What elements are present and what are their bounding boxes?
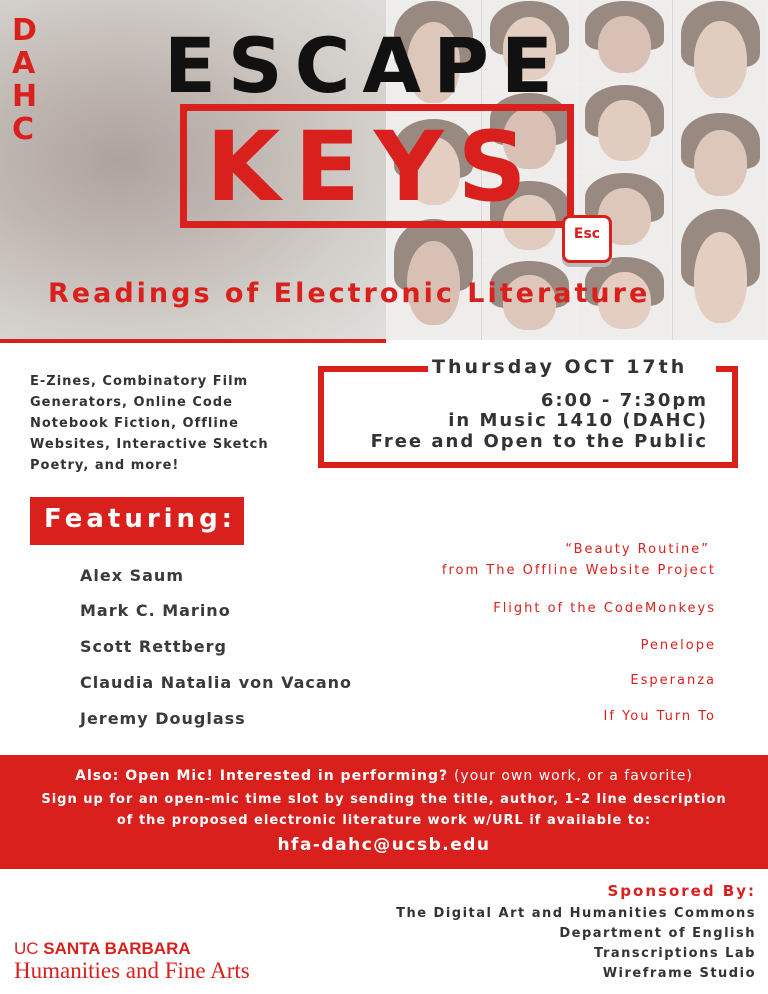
sponsor-item: Transcriptions Lab <box>594 946 756 961</box>
work-title: Esperanza <box>630 673 716 688</box>
sponsor-item: The Digital Art and Humanities Commons <box>396 906 756 921</box>
dahc-logo: D A H C <box>12 13 52 147</box>
sponsor-item: Department of English <box>559 926 756 941</box>
event-place: in Music 1410 (DAHC) <box>448 410 708 431</box>
event-admission: Free and Open to the Public <box>370 431 708 452</box>
open-mic-headline: Open Mic! Interested in performing? <box>125 768 449 784</box>
author-name: Alex Saum <box>80 566 184 585</box>
esc-key-icon: Esc <box>562 215 612 263</box>
work-title: If You Turn To <box>603 709 716 724</box>
open-mic-instructions-2: of the proposed electronic literature wo… <box>116 813 652 828</box>
open-mic-band: Also: Open Mic! Interested in performing… <box>0 755 768 869</box>
open-mic-instructions: Sign up for an open-mic time slot by sen… <box>41 792 727 807</box>
ucsb-logo: UC SANTA BARBARA <box>14 939 191 959</box>
open-mic-heading: Also: Open Mic! Interested in performing… <box>0 768 768 784</box>
open-mic-aside: (your own work, or a favorite) <box>453 768 693 784</box>
divider <box>0 339 386 343</box>
title-escape: ESCAPE <box>164 21 565 110</box>
featuring-label: Featuring: <box>44 504 237 534</box>
work-title: Flight of the CodeMonkeys <box>493 601 716 616</box>
event-time: 6:00 - 7:30pm <box>540 390 708 411</box>
author-name: Jeremy Douglass <box>80 709 246 728</box>
contact-email-link[interactable]: hfa-dahc@ucsb.edu <box>0 835 768 855</box>
ucsb-logo-uc: UC <box>14 939 39 958</box>
sponsor-item: Wireframe Studio <box>602 966 756 981</box>
author-name: Claudia Natalia von Vacano <box>80 673 353 692</box>
genres-text: E-Zines, Combinatory Film Generators, On… <box>30 374 269 473</box>
title-keys: KEYS <box>206 111 541 223</box>
work-title: Penelope <box>640 638 716 653</box>
author-name: Mark C. Marino <box>80 601 231 620</box>
featuring-banner: Featuring: <box>30 497 244 545</box>
event-day: Thursday OCT 17th <box>432 356 688 378</box>
work-subtitle: from The Offline Website Project <box>441 563 716 578</box>
subtitle: Readings of Electronic Literature <box>48 278 651 309</box>
open-mic-label: Also: <box>75 768 120 784</box>
esc-key-label: Esc <box>573 226 601 242</box>
event-frame-top-left <box>318 366 428 372</box>
ucsb-logo-santa-barbara: SANTA BARBARA <box>43 939 191 958</box>
division-name: Humanities and Fine Arts <box>14 958 250 983</box>
sponsors-heading: Sponsored By: <box>607 882 756 900</box>
author-name: Scott Rettberg <box>80 637 227 656</box>
event-frame-top-right <box>716 366 738 372</box>
work-title: “Beauty Routine” <box>565 542 710 557</box>
